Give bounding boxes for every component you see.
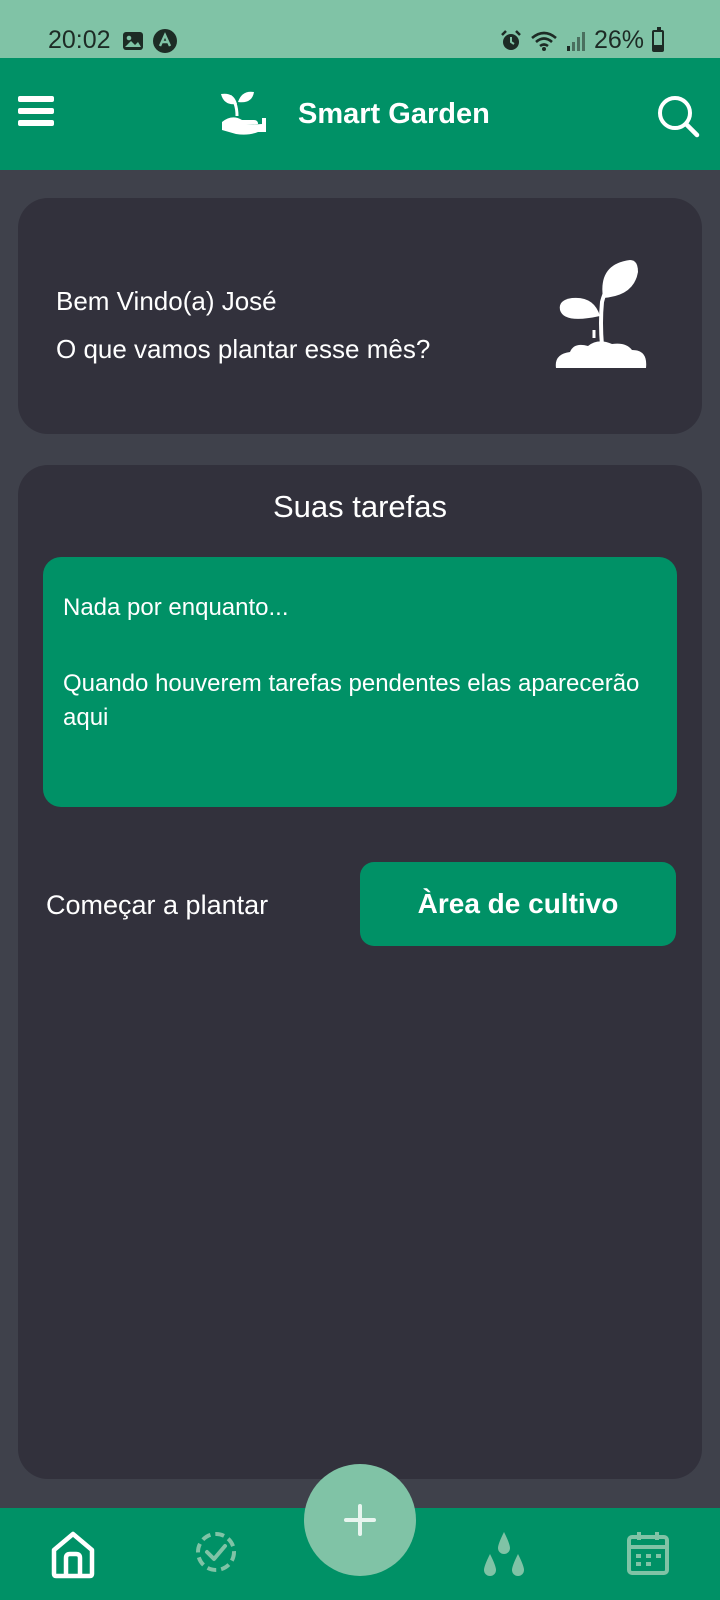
- nav-app-icon: [153, 29, 177, 53]
- add-button[interactable]: [304, 1464, 416, 1576]
- alarm-icon: [501, 29, 521, 50]
- battery-percent: 26%: [593, 26, 644, 54]
- tasks-empty-box: Nada por enquanto... Quando houverem tar…: [43, 557, 677, 807]
- tasks-check-icon[interactable]: [194, 1530, 238, 1574]
- start-planting-label: Começar a plantar: [46, 890, 269, 920]
- image-icon: [123, 32, 143, 50]
- menu-icon: [18, 96, 54, 102]
- welcome-question: O que vamos plantar esse mês?: [56, 334, 431, 364]
- cultivation-area-button[interactable]: Àrea de cultivo: [360, 862, 676, 946]
- app-bar: Smart Garden: [0, 58, 720, 170]
- welcome-card: Bem Vindo(a) José O que vamos plantar es…: [18, 198, 702, 434]
- welcome-greeting: Bem Vindo(a) José: [56, 286, 277, 316]
- search-icon[interactable]: [656, 94, 700, 138]
- signal-icon: [566, 31, 585, 51]
- app-title: Smart Garden: [298, 98, 490, 130]
- status-bar: 20:02 26%: [0, 0, 720, 58]
- menu-button[interactable]: [18, 96, 54, 130]
- wifi-icon: [531, 31, 557, 51]
- tasks-title: Suas tarefas: [272, 489, 448, 524]
- water-drops-icon[interactable]: [478, 1530, 530, 1586]
- sprout-icon: [555, 260, 647, 368]
- status-time: 20:02: [48, 26, 111, 54]
- battery-icon: [652, 26, 664, 52]
- tasks-empty-message: Quando houverem tarefas pendentes elas a…: [63, 670, 640, 731]
- hand-plant-logo-icon: [221, 91, 266, 135]
- calendar-icon[interactable]: [626, 1530, 670, 1576]
- tasks-empty-title: Nada por enquanto...: [63, 594, 289, 621]
- tasks-card: Suas tarefas Nada por enquanto... Quando…: [18, 465, 702, 1479]
- home-icon[interactable]: [50, 1530, 96, 1580]
- add-icon: [344, 1504, 376, 1536]
